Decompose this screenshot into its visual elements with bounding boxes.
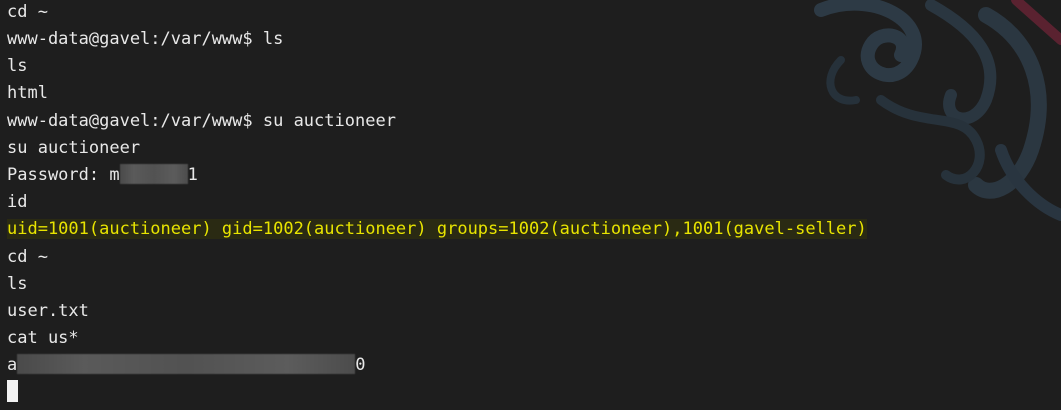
terminal-line: su auctioneer [7,137,141,158]
terminal-window[interactable]: cd ~ www-data@gavel:/var/www$ ls ls html… [0,0,1061,410]
redacted-flag [17,354,356,375]
terminal-line: www-data@gavel:/var/www$ su auctioneer [7,110,396,131]
terminal-line: cd ~ [7,2,48,22]
terminal-line: user.txt [7,300,89,321]
redacted-password [119,163,188,184]
terminal-line: html [7,83,48,104]
terminal-cursor[interactable] [7,380,18,403]
prompt-line[interactable] [7,379,1061,406]
terminal-line: cd ~ [7,246,48,267]
terminal-line: ls [7,56,28,77]
flag-suffix: 0 [355,355,366,376]
flag-line: a0 [7,352,1061,379]
terminal-line: ls [7,273,28,294]
password-suffix: 1 [187,164,198,185]
terminal-output: cd ~ www-data@gavel:/var/www$ ls ls html… [7,0,1061,407]
id-output: uid=1001(auctioneer) gid=1002(auctioneer… [7,219,867,240]
password-line: Password: m 1 [7,162,1061,189]
flag-prefix: a [7,355,18,376]
terminal-line: cat us* [7,328,79,349]
terminal-line: www-data@gavel:/var/www$ ls [7,29,284,49]
highlighted-line: uid=1001(auctioneer) gid=1002(auctioneer… [7,216,1061,243]
password-prefix: Password: m [7,164,120,185]
terminal-line: id [7,192,28,213]
